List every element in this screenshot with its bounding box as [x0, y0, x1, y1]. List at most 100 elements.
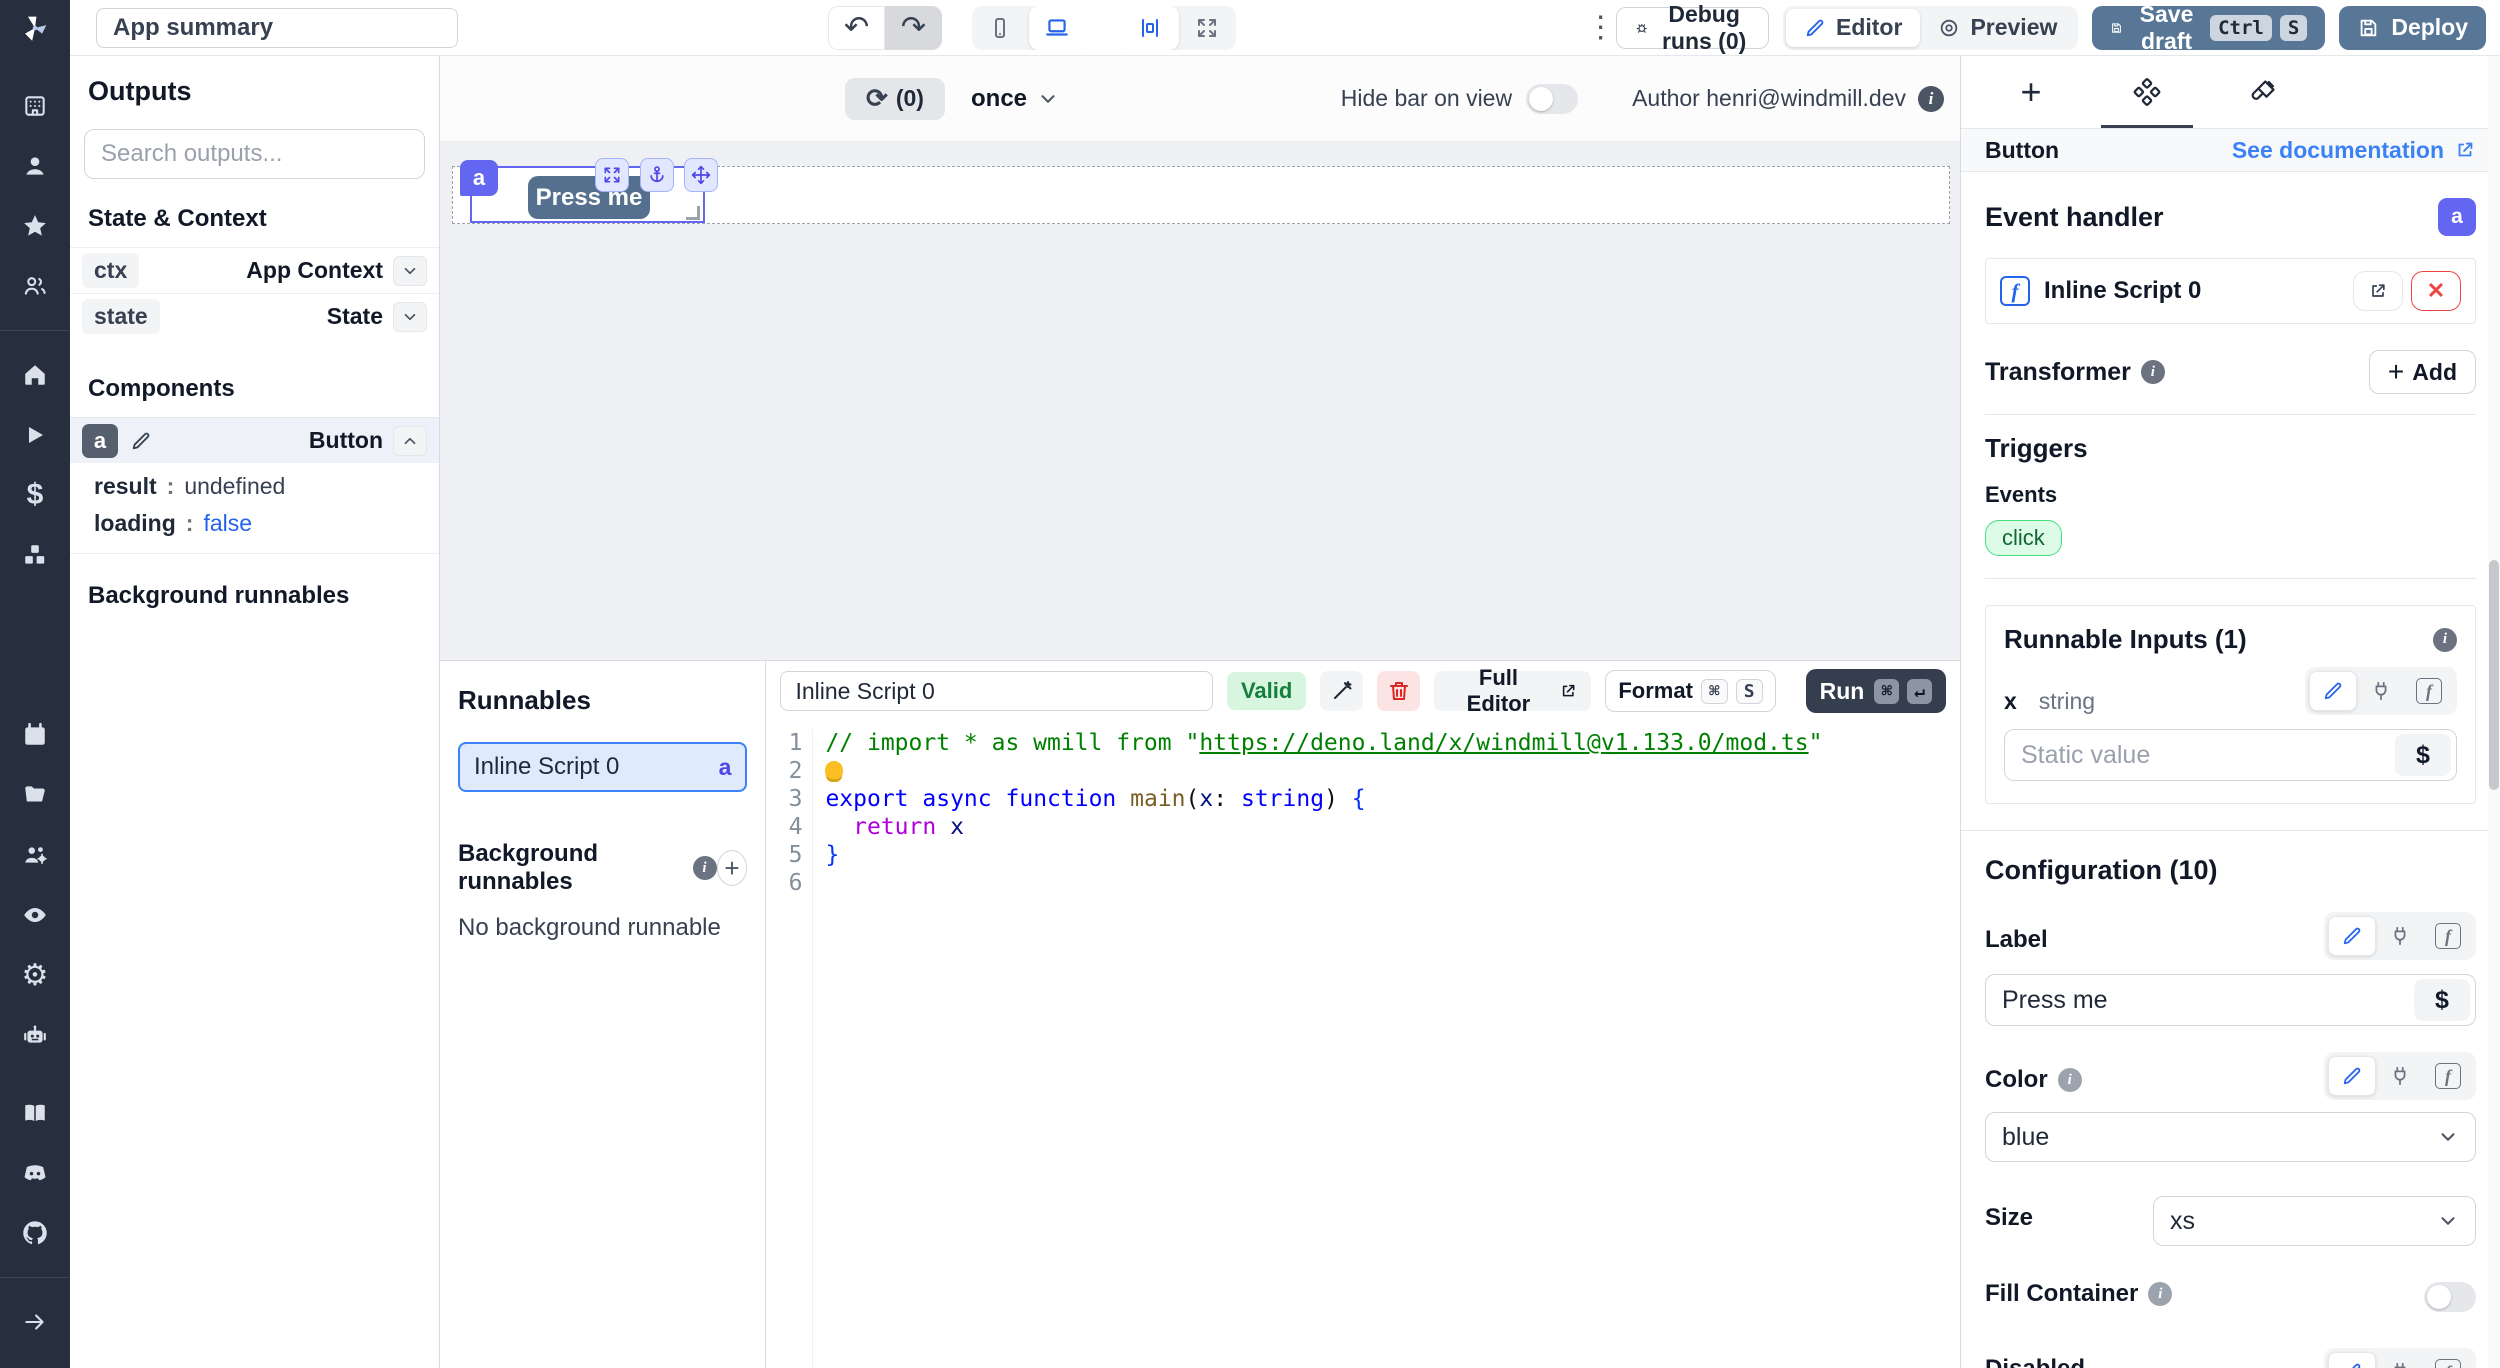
info-icon[interactable]: i	[1918, 86, 1944, 112]
users-gear-icon[interactable]	[0, 833, 70, 877]
users-icon[interactable]	[0, 264, 70, 308]
output-row-ctx[interactable]: ctx App Context	[70, 247, 439, 293]
eye-icon[interactable]	[0, 893, 70, 937]
template-dollar-button[interactable]: $	[2395, 734, 2451, 776]
building-icon[interactable]	[0, 84, 70, 128]
app-canvas[interactable]: a Press me	[440, 142, 1960, 660]
move-handle[interactable]	[684, 158, 718, 192]
app-summary-input[interactable]	[96, 8, 458, 48]
resize-handle[interactable]	[686, 206, 700, 220]
align-center-icon	[1138, 16, 1162, 40]
press-me-button[interactable]: Press me	[528, 176, 650, 219]
connect-mode-button[interactable]	[2376, 1056, 2424, 1096]
tab-editor[interactable]: Editor	[1786, 9, 1920, 47]
expand-handle[interactable]	[595, 158, 629, 192]
see-documentation-link[interactable]: See documentation	[2232, 137, 2476, 164]
dollar-icon[interactable]: $	[0, 473, 70, 517]
code-editor[interactable]: 123456 // import * as wmill from "https:…	[766, 721, 1960, 1368]
color-select[interactable]: blue	[1985, 1112, 2476, 1162]
static-mode-button[interactable]	[2328, 1352, 2376, 1368]
windmill-logo[interactable]	[0, 0, 70, 56]
discord-icon[interactable]	[0, 1151, 70, 1195]
redo-button[interactable]: ↷	[885, 6, 942, 50]
info-icon[interactable]: i	[2058, 1068, 2082, 1092]
home-icon[interactable]	[0, 353, 70, 397]
more-menu-icon[interactable]: ⋮	[1586, 10, 1616, 45]
eval-mode-button[interactable]: f	[2424, 1056, 2472, 1096]
connect-mode-button[interactable]	[2357, 671, 2405, 711]
delete-script-button[interactable]	[1377, 671, 1420, 711]
debug-runs-button[interactable]: Debug runs (0)	[1616, 7, 1769, 49]
recompute-button[interactable]: ⟳ (0)	[845, 78, 945, 120]
fullwidth-button[interactable]	[1179, 6, 1236, 50]
book-icon[interactable]	[0, 1091, 70, 1135]
add-transformer-button[interactable]: + Add	[2369, 350, 2476, 394]
undo-icon: ↶	[844, 10, 869, 45]
search-input[interactable]	[101, 140, 408, 168]
person-icon[interactable]	[0, 144, 70, 188]
static-mode-button[interactable]	[2309, 671, 2357, 711]
gear-icon[interactable]: ⚙	[0, 953, 70, 997]
info-icon[interactable]: i	[2148, 1282, 2172, 1306]
fill-container-toggle[interactable]	[2424, 1282, 2476, 1312]
mobile-view-button[interactable]	[972, 6, 1029, 50]
play-icon[interactable]	[0, 413, 70, 457]
script-name-input[interactable]	[780, 671, 1213, 711]
label-mode-segmented: f	[2324, 912, 2476, 960]
frequency-select[interactable]: once	[971, 85, 1059, 113]
static-value-input[interactable]	[2005, 741, 2395, 770]
robot-icon[interactable]	[0, 1013, 70, 1057]
static-mode-button[interactable]	[2328, 916, 2376, 956]
tab-component-settings[interactable]	[2117, 56, 2177, 128]
hide-bar-toggle[interactable]	[1526, 84, 1578, 114]
ai-wand-button[interactable]	[1320, 671, 1363, 711]
tab-insert-component[interactable]: +	[2001, 56, 2061, 128]
open-script-button[interactable]	[2353, 271, 2403, 311]
component-id-badge: a	[82, 424, 118, 458]
folder-icon[interactable]	[0, 773, 70, 817]
arrow-right-icon[interactable]	[0, 1300, 70, 1344]
run-button[interactable]: Run ⌘↵	[1806, 669, 1946, 713]
undo-button[interactable]: ↶	[828, 6, 885, 50]
tab-preview[interactable]: Preview	[1920, 9, 2075, 47]
info-icon[interactable]: i	[2433, 628, 2457, 652]
deploy-button[interactable]: Deploy	[2339, 6, 2486, 50]
chevron-down-icon[interactable]	[393, 302, 427, 332]
info-icon[interactable]: i	[693, 856, 717, 880]
event-badges: click	[1985, 520, 2062, 556]
anchor-handle[interactable]	[640, 158, 674, 192]
info-icon[interactable]: i	[2141, 360, 2165, 384]
add-background-runnable-button[interactable]: +	[717, 850, 748, 886]
tab-styling[interactable]	[2233, 56, 2293, 128]
chevron-down-icon[interactable]	[393, 256, 427, 286]
connect-mode-button[interactable]	[2376, 916, 2424, 956]
scrollbar-thumb[interactable]	[2489, 560, 2499, 790]
eval-mode-button[interactable]: f	[2424, 916, 2472, 956]
template-dollar-button[interactable]: $	[2414, 979, 2470, 1021]
star-icon[interactable]	[0, 204, 70, 248]
static-mode-button[interactable]	[2328, 1056, 2376, 1096]
calendar-icon[interactable]	[0, 713, 70, 757]
eval-mode-button[interactable]: f	[2424, 1352, 2472, 1368]
chevron-up-icon[interactable]	[393, 426, 427, 456]
connect-mode-button[interactable]	[2376, 1352, 2424, 1368]
output-row-state[interactable]: state State	[70, 293, 439, 339]
label-value-input[interactable]	[1986, 986, 2414, 1015]
size-select[interactable]: xs	[2153, 1196, 2476, 1246]
github-icon[interactable]	[0, 1211, 70, 1255]
runnable-inputs-title: Runnable Inputs (1)	[2004, 624, 2247, 655]
full-editor-button[interactable]: Full Editor	[1434, 671, 1591, 711]
align-center-button[interactable]	[1122, 6, 1179, 50]
code-lines[interactable]: // import * as wmill from "https://deno.…	[812, 729, 1960, 1368]
save-draft-button[interactable]: Save draft CtrlS	[2092, 6, 2325, 50]
component-row-a[interactable]: a Button	[70, 417, 439, 463]
format-button[interactable]: Format ⌘S	[1605, 670, 1775, 712]
panel-scrollbar[interactable]	[2488, 56, 2500, 1368]
static-value-wrap: $	[2004, 729, 2457, 781]
desktop-view-button[interactable]	[1029, 6, 1086, 50]
remove-script-button[interactable]: ✕	[2411, 271, 2461, 311]
eval-mode-button[interactable]: f	[2405, 671, 2453, 711]
cubes-icon[interactable]	[0, 533, 70, 577]
pencil-icon	[130, 430, 152, 452]
runnable-item-inline-script-0[interactable]: Inline Script 0 a	[458, 742, 747, 792]
